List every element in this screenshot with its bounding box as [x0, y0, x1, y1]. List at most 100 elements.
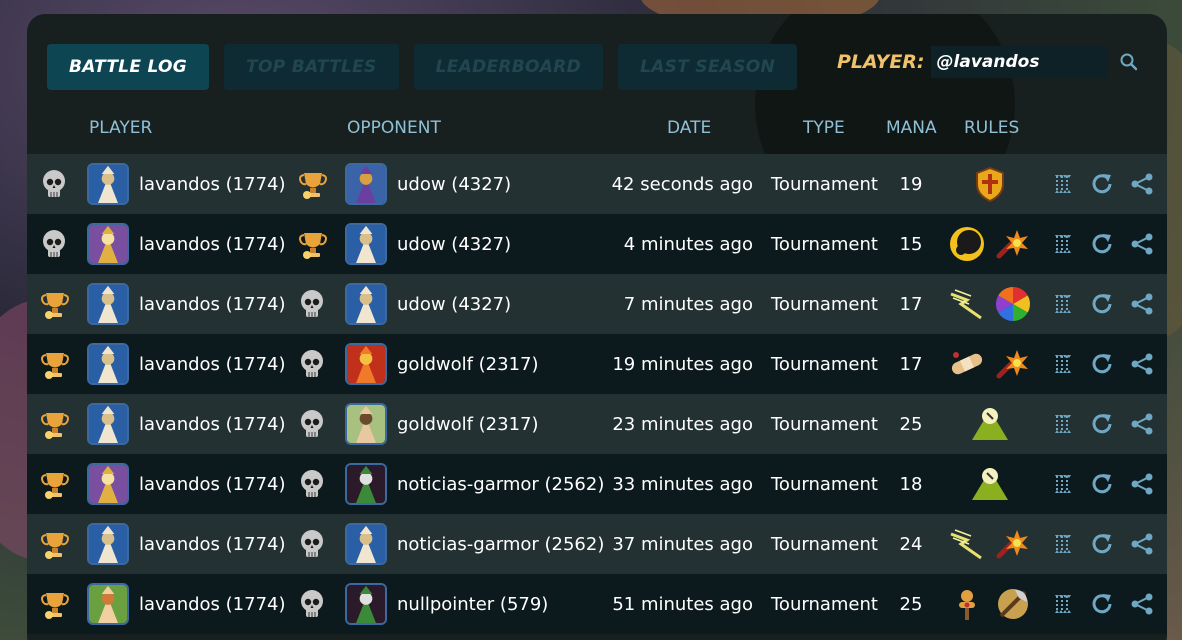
- rematch-icon[interactable]: [1089, 351, 1115, 377]
- rematch-icon[interactable]: [1089, 591, 1115, 617]
- tab-battle-log[interactable]: BATTLE LOG: [47, 44, 210, 90]
- share-icon[interactable]: [1129, 351, 1155, 377]
- rematch-icon[interactable]: [1089, 531, 1115, 557]
- mana-value: 19: [899, 173, 923, 195]
- rematch-icon[interactable]: [1089, 231, 1115, 257]
- opponent-avatar[interactable]: [345, 223, 387, 265]
- player-name[interactable]: lavandos (1774): [139, 454, 286, 514]
- share-icon[interactable]: [1129, 231, 1155, 257]
- header-rules[interactable]: RULES: [964, 118, 1019, 138]
- battle-row[interactable]: lavandos (1774) udow (4327) 7 minutes ag…: [27, 274, 1167, 334]
- replay-icon[interactable]: [1049, 411, 1075, 437]
- header-mana[interactable]: MANA: [886, 118, 937, 138]
- tab-leaderboard[interactable]: LEADERBOARD: [413, 44, 604, 90]
- battle-date: 42 seconds ago: [611, 173, 753, 195]
- player-avatar[interactable]: [87, 523, 129, 565]
- opponent-name[interactable]: noticias-garmor (2562): [397, 454, 604, 514]
- shield-rule-icon[interactable]: [970, 164, 1010, 204]
- player-avatar[interactable]: [87, 463, 129, 505]
- opponent-name[interactable]: goldwolf (2317): [397, 394, 539, 454]
- opponent-name[interactable]: udow (4327): [397, 274, 511, 334]
- player-name[interactable]: lavandos (1774): [139, 514, 286, 574]
- opponent-avatar[interactable]: [345, 463, 387, 505]
- header-player[interactable]: PLAYER: [89, 118, 152, 138]
- opponent-avatar[interactable]: [345, 403, 387, 445]
- opponent-avatar[interactable]: [345, 523, 387, 565]
- replay-icon[interactable]: [1049, 171, 1075, 197]
- explosion-rule-icon[interactable]: [993, 344, 1033, 384]
- lightning-rule-icon[interactable]: [947, 284, 987, 324]
- opponent-avatar[interactable]: [345, 343, 387, 385]
- opponent-name[interactable]: nullpointer (579): [397, 574, 548, 634]
- lightning-rule-icon[interactable]: [947, 524, 987, 564]
- tab-last-season[interactable]: LAST SEASON: [618, 44, 798, 90]
- battle-row[interactable]: lavandos (1774) udow (4327) 4 minutes ag…: [27, 214, 1167, 274]
- share-icon[interactable]: [1129, 411, 1155, 437]
- win-trophy-icon: [299, 173, 327, 199]
- header-type[interactable]: TYPE: [803, 118, 845, 138]
- win-trophy-icon: [41, 593, 69, 619]
- explosion-rule-icon[interactable]: [993, 524, 1033, 564]
- share-icon[interactable]: [1129, 291, 1155, 317]
- player-input[interactable]: [930, 46, 1107, 78]
- opponent-avatar[interactable]: [345, 283, 387, 325]
- player-avatar[interactable]: [87, 163, 129, 205]
- player-name[interactable]: lavandos (1774): [139, 154, 286, 214]
- opponent-avatar[interactable]: [345, 583, 387, 625]
- player-name[interactable]: lavandos (1774): [139, 334, 286, 394]
- header-date[interactable]: DATE: [667, 118, 711, 138]
- opponent-name[interactable]: udow (4327): [397, 214, 511, 274]
- player-avatar[interactable]: [87, 403, 129, 445]
- player-avatar[interactable]: [87, 223, 129, 265]
- search-icon[interactable]: [1119, 52, 1139, 72]
- battle-type: Tournament: [771, 293, 878, 315]
- mana-value: 25: [899, 593, 923, 615]
- rematch-icon[interactable]: [1089, 291, 1115, 317]
- share-icon[interactable]: [1129, 531, 1155, 557]
- player-name[interactable]: lavandos (1774): [139, 574, 286, 634]
- training-dummy-rule-icon[interactable]: [947, 584, 987, 624]
- battle-row[interactable]: lavandos (1774) noticias-garmor (2562) 3…: [27, 514, 1167, 574]
- opponent-name[interactable]: udow (4327): [397, 154, 511, 214]
- battle-row[interactable]: lavandos (1774) nullpointer (579) 51 min…: [27, 574, 1167, 634]
- player-name[interactable]: lavandos (1774): [139, 394, 286, 454]
- tab-top-battles[interactable]: TOP BATTLES: [224, 44, 399, 90]
- player-name[interactable]: lavandos (1774): [139, 214, 286, 274]
- mountain-rule-icon[interactable]: [970, 464, 1010, 504]
- battle-row[interactable]: lavandos (1774) goldwolf (2317) 23 minut…: [27, 394, 1167, 454]
- opponent-avatar[interactable]: [345, 163, 387, 205]
- win-trophy-icon: [41, 473, 69, 499]
- replay-icon[interactable]: [1049, 231, 1075, 257]
- loss-skull-icon: [43, 230, 65, 257]
- share-icon[interactable]: [1129, 591, 1155, 617]
- replay-icon[interactable]: [1049, 591, 1075, 617]
- rematch-icon[interactable]: [1089, 471, 1115, 497]
- header-opponent[interactable]: OPPONENT: [347, 118, 441, 138]
- opponent-name[interactable]: noticias-garmor (2562): [397, 514, 604, 574]
- axe-rule-icon[interactable]: [993, 584, 1033, 624]
- replay-icon[interactable]: [1049, 531, 1075, 557]
- eclipse-rule-icon[interactable]: [947, 224, 987, 264]
- player-search: PLAYER:: [837, 46, 1139, 78]
- replay-icon[interactable]: [1049, 351, 1075, 377]
- player-avatar[interactable]: [87, 343, 129, 385]
- explosion-rule-icon[interactable]: [993, 224, 1033, 264]
- rainbow-rule-icon[interactable]: [993, 284, 1033, 324]
- share-icon[interactable]: [1129, 171, 1155, 197]
- player-avatar[interactable]: [87, 283, 129, 325]
- mountain-rule-icon[interactable]: [970, 404, 1010, 444]
- player-avatar[interactable]: [87, 583, 129, 625]
- bandage-rule-icon[interactable]: [947, 344, 987, 384]
- rematch-icon[interactable]: [1089, 171, 1115, 197]
- replay-icon[interactable]: [1049, 471, 1075, 497]
- battle-row[interactable]: lavandos (1774) noticias-garmor (2562) 3…: [27, 454, 1167, 514]
- replay-icon[interactable]: [1049, 291, 1075, 317]
- opponent-name[interactable]: goldwolf (2317): [397, 334, 539, 394]
- share-icon[interactable]: [1129, 471, 1155, 497]
- battle-row[interactable]: lavandos (1774) goldwolf (2317) 19 minut…: [27, 334, 1167, 394]
- win-trophy-icon: [41, 533, 69, 559]
- battle-row[interactable]: lavandos (1774) udow (4327) 42 seconds a…: [27, 154, 1167, 214]
- rematch-icon[interactable]: [1089, 411, 1115, 437]
- mana-value: 18: [899, 473, 923, 495]
- player-name[interactable]: lavandos (1774): [139, 274, 286, 334]
